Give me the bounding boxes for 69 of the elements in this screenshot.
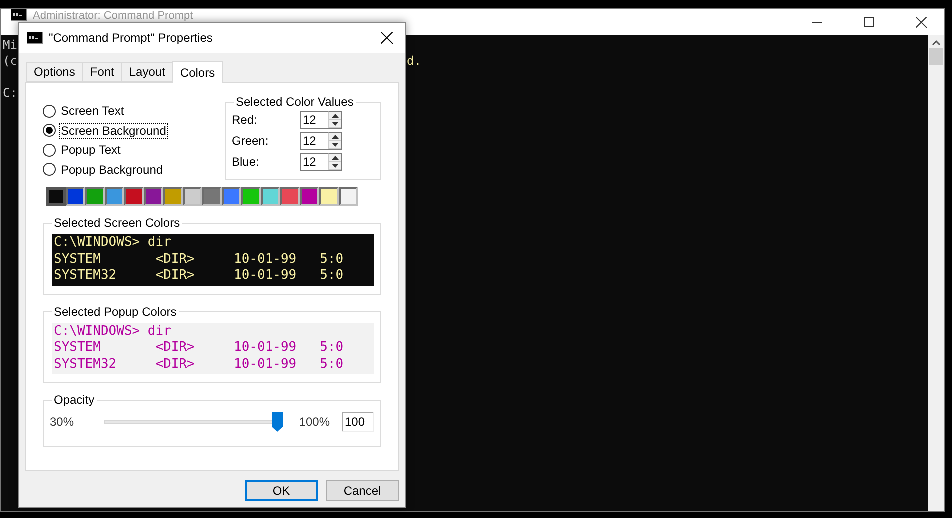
radio-label[interactable]: Popup Text (59, 142, 123, 158)
opacity-slider[interactable] (104, 412, 284, 432)
spin-down-button[interactable] (329, 162, 341, 170)
radio-label[interactable]: Screen Text (59, 103, 126, 120)
color-swatch[interactable] (46, 187, 66, 206)
color-swatch[interactable] (241, 187, 260, 206)
console-line: d. (407, 53, 422, 69)
number-field[interactable]: 12 (300, 153, 328, 171)
tab[interactable]: Colors (172, 61, 224, 83)
number-field[interactable]: 12 (300, 111, 328, 129)
dialog-title: "Command Prompt" Properties (49, 31, 214, 45)
console-icon (27, 32, 43, 44)
console-prompt: C: (3, 85, 18, 101)
group-title: Selected Popup Colors (53, 304, 178, 318)
slider-min-label: 30% (50, 415, 74, 429)
console-line: (c (3, 53, 18, 69)
field-label: Green: (232, 134, 269, 148)
radio-button[interactable] (43, 104, 56, 118)
color-swatch[interactable] (85, 187, 104, 206)
scroll-up-icon[interactable] (932, 40, 940, 46)
screen-preview: C:\WINDOWS> dir SYSTEM <DIR> 10-01-99 5:0 SYSTEM32 <DIR> 10-01-99 5:0 (52, 234, 374, 286)
slider-max-label: 100% (299, 415, 330, 429)
color-swatch[interactable] (202, 187, 222, 206)
up-arrow-icon[interactable] (332, 114, 338, 118)
color-swatch[interactable] (104, 187, 124, 206)
color-swatch[interactable] (163, 187, 182, 206)
tab[interactable]: Font (82, 62, 122, 82)
slider-thumb[interactable] (272, 412, 284, 432)
opacity-field[interactable]: 100 (342, 412, 374, 432)
spin-down-button[interactable] (329, 141, 341, 149)
color-swatch[interactable] (319, 187, 338, 206)
ok-button[interactable]: OK (245, 480, 318, 501)
down-arrow-icon[interactable] (332, 164, 338, 168)
color-swatch[interactable] (144, 187, 163, 206)
radio-button[interactable] (43, 163, 56, 176)
group-title: Opacity (53, 393, 96, 407)
group-title: Selected Screen Colors (53, 216, 182, 230)
scrollbar[interactable] (928, 35, 944, 511)
radio-label[interactable]: Popup Background (59, 162, 166, 178)
cancel-button[interactable]: Cancel (326, 480, 399, 501)
color-swatch[interactable] (260, 187, 280, 206)
group-title: Selected Color Values (235, 95, 355, 109)
color-swatch[interactable] (66, 187, 85, 206)
up-arrow-icon[interactable] (332, 156, 338, 160)
down-arrow-icon[interactable] (332, 122, 338, 126)
color-swatch[interactable] (280, 187, 300, 206)
number-field[interactable]: 12 (300, 132, 328, 150)
field-label: Red: (232, 113, 258, 127)
tab[interactable]: Options (26, 62, 84, 82)
maximize-icon[interactable] (864, 17, 874, 27)
close-icon[interactable] (916, 16, 926, 28)
close-icon[interactable] (381, 32, 393, 44)
field-label: Blue: (232, 155, 260, 169)
radio-button[interactable] (43, 144, 56, 157)
color-swatch[interactable] (182, 187, 202, 206)
tab[interactable]: Layout (121, 62, 174, 82)
spin-down-button[interactable] (329, 120, 341, 128)
radio-button[interactable] (43, 124, 56, 138)
color-swatch[interactable] (338, 187, 358, 206)
color-swatch[interactable] (222, 187, 241, 206)
radio-label[interactable]: Screen Background (59, 122, 168, 139)
scrollbar-thumb[interactable] (929, 48, 943, 65)
color-swatch[interactable] (124, 187, 144, 206)
down-arrow-icon[interactable] (332, 142, 338, 146)
color-swatch[interactable] (300, 187, 319, 206)
window-title: Administrator: Command Prompt (33, 10, 194, 22)
up-arrow-icon[interactable] (332, 134, 338, 138)
console-line: Mi (3, 37, 18, 53)
popup-preview: C:\WINDOWS> dir SYSTEM <DIR> 10-01-99 5:0 SYSTEM32 <DIR> 10-01-99 5:0 (52, 322, 374, 374)
